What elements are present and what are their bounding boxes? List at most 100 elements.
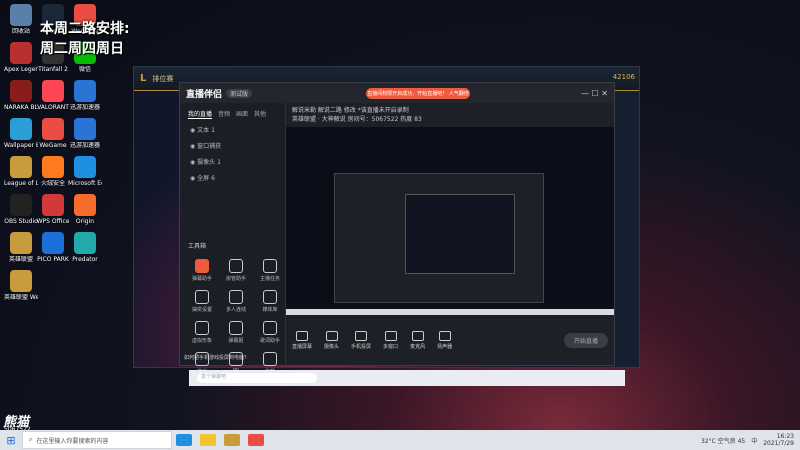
toolbox-item[interactable]: 弹幕助手 (186, 259, 218, 282)
start-icon[interactable]: ⊞ (0, 434, 22, 447)
toolbox-item[interactable]: 媒体库 (254, 290, 286, 313)
toolbox-item[interactable]: 虚拟形象 (186, 321, 218, 344)
toolbox-item[interactable]: 抽奖设置 (186, 290, 218, 313)
taskbar-edge-icon[interactable] (176, 434, 192, 446)
streaming-left-panel: 我的直播 音频 画面 其他 ◉ 文本 1 ◉ 窗口捕获 ◉ 摄像头 1 ◉ 全屏 6 工具箱… (180, 103, 286, 375)
desktop-icon[interactable]: Wallpaper Engine (4, 118, 38, 149)
system-tray: 32°C 空气良 45 中 16:23 2021/7/29 (701, 433, 800, 447)
desktop-icon[interactable]: 英雄联盟 (4, 232, 38, 263)
desktop-icon-label: NARAKA BLADEPOI (4, 104, 38, 111)
stream-action-button[interactable]: 麦克风 (410, 330, 426, 350)
scene-source-item[interactable]: ◉ 窗口捕获 (180, 139, 285, 155)
desktop-icon[interactable]: WeGame (36, 118, 70, 149)
stream-action-button[interactable]: 多窗口 (383, 330, 399, 350)
weather-text[interactable]: 32°C 空气良 45 (701, 436, 745, 445)
scene-source-item[interactable]: ◉ 摄像头 1 (180, 155, 285, 171)
desktop-icon[interactable]: League of Legends (4, 156, 38, 187)
stream-action-button[interactable]: 扬声器 (437, 330, 453, 350)
taskbar-search[interactable]: ⌕ 在这里输入你要搜索的内容 (22, 431, 172, 449)
desktop-icon-label: 迅游加速器 (69, 142, 100, 149)
tool-label: 抽奖设置 (191, 307, 212, 313)
start-live-button[interactable]: 开始直播 (563, 332, 608, 348)
desktop-icon[interactable]: Microsoft Edge (68, 156, 102, 187)
toolbox-item[interactable]: 歌词助手 (254, 321, 286, 344)
tool-icon (195, 290, 209, 304)
streaming-companion-window[interactable]: 直播伴侣 测试版 — ☐ ✕ 直播间权限开启成功，开始直播吧！ 人气翻倍 我的直… (179, 82, 615, 375)
source-tab[interactable]: 音频 (218, 109, 230, 119)
room-info-line2: 英雄联盟 · 大神解说 房间号：5067522 热度 83 (292, 116, 422, 123)
app-icon (74, 232, 96, 254)
scene-source-label: 全屏 6 (197, 175, 215, 182)
desktop-icon-label: PICO PARK (37, 256, 69, 263)
source-tab[interactable]: 画面 (236, 109, 248, 119)
desktop-icon[interactable]: VALORANT (36, 80, 70, 111)
windows-taskbar: ⊞ ⌕ 在这里输入你要搜索的内容 32°C 空气良 45 中 16:23 202… (0, 430, 800, 450)
desktop-icon[interactable]: PICO PARK (36, 232, 70, 263)
action-icon (296, 330, 308, 341)
app-icon (10, 156, 32, 178)
app-icon (10, 194, 32, 216)
help-hint[interactable]: 如何把手机游戏投屏到电脑？ (184, 354, 249, 361)
version-badge: 测试版 (226, 88, 253, 98)
action-label: 多窗口 (383, 343, 399, 350)
desktop-icon[interactable]: NARAKA BLADEPOI (4, 80, 38, 111)
app-icon (42, 194, 64, 216)
desktop-icon[interactable]: 迅游加速器 (68, 118, 102, 149)
action-icon (384, 330, 397, 341)
streaming-logo: 直播伴侣 (186, 89, 223, 100)
desktop-icon[interactable]: WPS Office (36, 194, 70, 225)
desktop-icon[interactable]: OBS Studio (4, 194, 38, 225)
source-tab[interactable]: 其他 (254, 109, 266, 119)
taskbar-streaming-icon[interactable] (248, 434, 264, 446)
desktop-icon-label: Microsoft Edge (68, 180, 102, 187)
toolbox-item[interactable]: 房管助手 (220, 259, 252, 282)
desktop-icon[interactable]: 火绒安全 (36, 156, 70, 187)
action-label: 麦克风 (410, 343, 426, 350)
desktop-icon-label: Wallpaper Engine (4, 142, 38, 149)
action-label: 摄像头 (324, 343, 340, 350)
stream-action-button[interactable]: 直播屏幕 (292, 330, 312, 350)
app-icon (10, 42, 32, 64)
tool-label: 主播任务 (259, 276, 280, 282)
taskbar-explorer-icon[interactable] (200, 434, 216, 446)
league-logo-icon: L (140, 73, 147, 84)
stream-action-button[interactable]: 摄像头 (324, 330, 340, 350)
tool-icon (229, 290, 243, 304)
desktop-icon[interactable]: Apex Legends (4, 42, 38, 73)
app-icon (74, 156, 96, 178)
window-controls-icon[interactable]: — ☐ ✕ (581, 89, 608, 98)
desktop-icon-label: Apex Legends (4, 66, 38, 73)
desktop-icon[interactable]: 回收站 (4, 4, 38, 35)
tool-label: 弹幕姬 (228, 338, 244, 344)
app-icon (10, 4, 32, 26)
taskbar-league-icon[interactable] (224, 434, 240, 446)
clock[interactable]: 16:23 2021/7/29 (763, 433, 794, 447)
toolbox-item[interactable]: 弹幕姬 (220, 321, 252, 344)
scene-source-item[interactable]: ◉ 全屏 6 (180, 171, 285, 187)
desktop-icon-label: OBS Studio (4, 218, 38, 225)
ime-indicator[interactable]: 中 (751, 436, 757, 445)
action-label: 扬声器 (437, 343, 453, 350)
desktop-icon-label: 回收站 (11, 28, 30, 35)
danmaku-input[interactable]: 发个弹幕吧 (197, 373, 317, 383)
action-icon (325, 330, 338, 341)
league-currency: 42106 (612, 73, 635, 81)
desktop-icon[interactable]: 英雄联盟 WeGame版 (4, 270, 38, 301)
source-tab[interactable]: 我的直播 (188, 109, 213, 119)
scene-source-item[interactable]: ◉ 文本 1 (180, 123, 285, 139)
app-icon (42, 232, 64, 254)
stream-action-button[interactable]: 手机投屏 (351, 330, 371, 350)
tool-icon (229, 259, 243, 273)
chat-bar: 发个弹幕吧 (189, 370, 625, 386)
notice-banner[interactable]: 直播间权限开启成功，开始直播吧！ 人气翻倍 (366, 88, 470, 99)
desktop-icon[interactable]: Predator (68, 232, 102, 263)
desktop-icon[interactable]: 迅游加速器 (68, 80, 102, 111)
toolbox-item[interactable]: 多人连线 (220, 290, 252, 313)
desktop-icon[interactable]: Origin (68, 194, 102, 225)
toolbox-item[interactable]: 主播任务 (254, 259, 286, 282)
stream-preview[interactable] (286, 127, 614, 317)
tool-label: 多人连线 (225, 307, 246, 313)
desktop-icon-label: Predator (72, 256, 98, 263)
desktop-icon-label: WeGame (39, 142, 67, 149)
schedule-overlay-line2: 周二周四周日 (40, 41, 124, 57)
